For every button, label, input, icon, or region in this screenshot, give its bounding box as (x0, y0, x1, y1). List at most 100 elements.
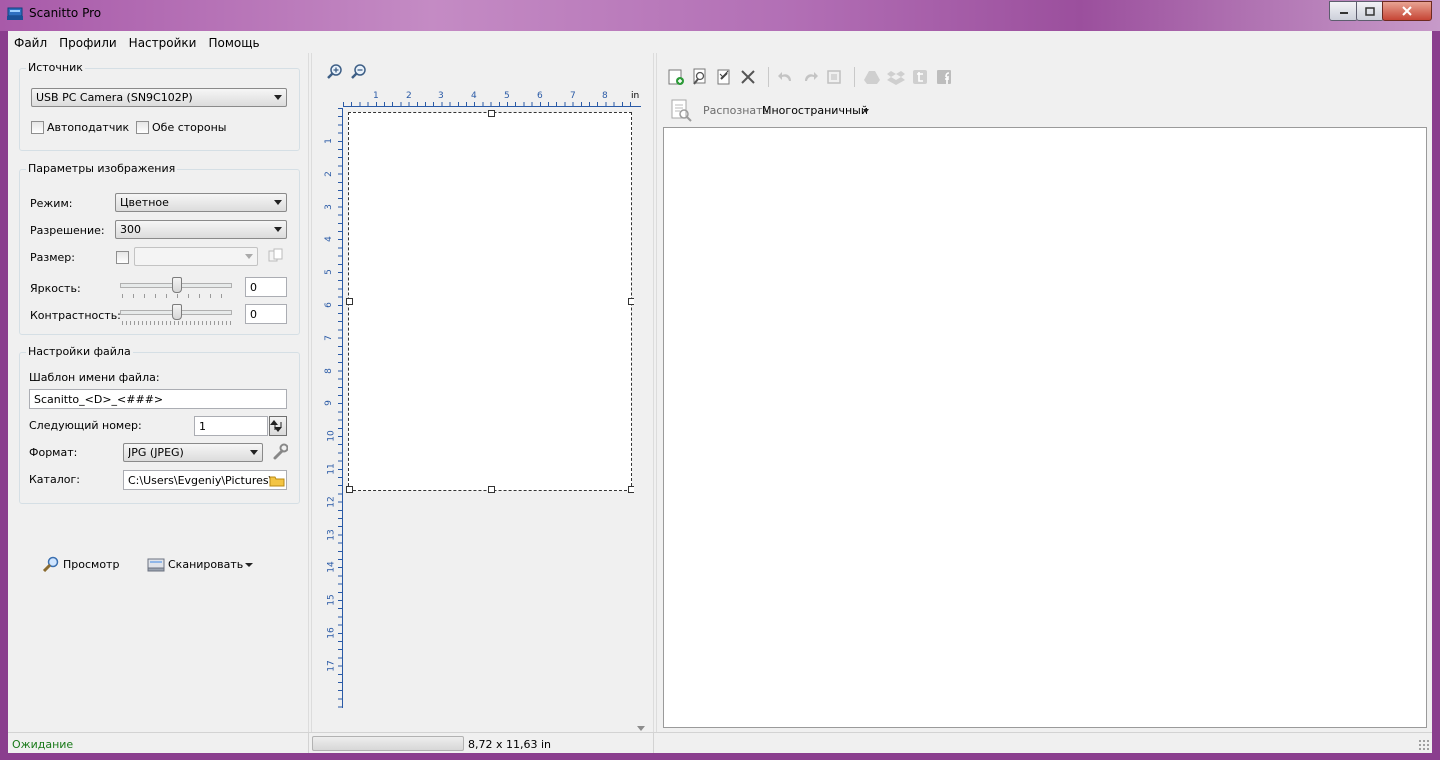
file-settings-title: Настройки файла (26, 345, 133, 358)
ruler-v-label: 3 (323, 203, 334, 210)
ruler-v-label: 13 (326, 528, 337, 541)
resize-handle-bottom-left[interactable] (346, 486, 353, 493)
maximize-button[interactable] (1356, 1, 1384, 21)
ruler-h-label: 1 (373, 91, 379, 101)
brightness-input-value: 0 (250, 281, 257, 294)
ruler-v-label: 6 (323, 302, 334, 308)
magnifier-icon (42, 556, 59, 572)
close-button[interactable] (1382, 1, 1432, 21)
brightness-input[interactable]: 0 (245, 277, 287, 297)
rotate-page-icon[interactable] (268, 248, 284, 264)
up-down-arrows-icon (270, 420, 282, 432)
folder-icon[interactable] (269, 474, 285, 487)
toolbar-separator (854, 67, 855, 87)
filename-template-value: Scanitto_<D>_<###> (34, 393, 164, 406)
menu-profiles[interactable]: Профили (53, 31, 123, 53)
scan-dropdown-arrow-icon[interactable] (245, 563, 253, 567)
scanner-icon (147, 558, 165, 572)
close-icon (1402, 6, 1412, 16)
multipage-dropdown[interactable]: Многостраничный (762, 101, 874, 121)
size-select[interactable] (134, 247, 258, 266)
wrench-icon[interactable] (272, 443, 289, 461)
scan-dimensions: 8,72 x 11,63 in (468, 738, 552, 751)
results-canvas[interactable] (663, 127, 1427, 728)
minimize-button[interactable] (1329, 1, 1358, 21)
ruler-unit-label: in (631, 91, 640, 101)
resize-handle-top[interactable] (488, 110, 495, 117)
format-select[interactable]: JPG (JPEG) (123, 443, 263, 462)
resolution-select[interactable]: 300 (115, 220, 287, 239)
window-title: Scanitto Pro (29, 6, 102, 20)
delete-icon[interactable] (739, 68, 757, 86)
ruler-v-label: 17 (326, 660, 337, 672)
resize-grip-icon[interactable] (1418, 739, 1430, 751)
contrast-label: Контрастность: (30, 309, 121, 322)
rotate-right-icon[interactable] (801, 68, 819, 86)
preview-vertical-scrollbar[interactable] (634, 109, 648, 735)
resolution-label: Разрешение: (30, 224, 105, 237)
size-checkbox[interactable] (116, 251, 129, 264)
progress-bar (312, 736, 464, 751)
add-page-icon[interactable] (667, 68, 685, 86)
status-text: Ожидание (12, 738, 74, 751)
ruler-v-label: 9 (323, 400, 334, 407)
next-number-stepper[interactable] (269, 416, 287, 436)
scan-button-label: Сканировать (168, 558, 244, 571)
scan-area-page[interactable] (346, 110, 635, 493)
zoom-out-icon[interactable] (350, 63, 368, 81)
rotate-left-icon[interactable] (777, 68, 795, 86)
ruler-h-label: 7 (570, 91, 576, 101)
image-params-group: Параметры изображения Режим: Цветное Раз… (19, 162, 300, 335)
source-group-title: Источник (26, 61, 85, 74)
google-drive-icon[interactable] (863, 68, 881, 86)
recognize-button[interactable]: Распознать (670, 99, 769, 123)
title-bar[interactable]: Scanitto Pro (0, 0, 1440, 31)
autofeeder-checkbox[interactable] (31, 121, 44, 134)
ruler-v-label: 12 (326, 496, 337, 508)
filename-template-label: Шаблон имени файла: (29, 371, 160, 384)
folder-input-value: C:\Users\Evgeniy\Pictures\Sca (128, 474, 274, 487)
mode-label: Режим: (30, 197, 73, 210)
autofeeder-label: Автоподатчик (47, 121, 130, 134)
ruler-v-label: 16 (326, 627, 337, 639)
multipage-label: Многостраничный (762, 104, 868, 117)
device-select-value: USB PC Camera (SN9C102P) (36, 91, 193, 104)
zoom-in-icon[interactable] (326, 63, 344, 81)
next-number-value: 1 (199, 420, 206, 433)
mode-select-value: Цветное (120, 196, 169, 209)
scroll-down-arrow-icon[interactable] (637, 726, 645, 731)
contrast-slider-thumb[interactable] (172, 304, 182, 320)
contrast-input[interactable]: 0 (245, 304, 287, 324)
menu-file[interactable]: Файл (8, 31, 53, 53)
format-select-value: JPG (JPEG) (128, 446, 184, 459)
preview-button[interactable]: Просмотр (42, 555, 122, 575)
dropbox-icon[interactable] (887, 68, 905, 86)
mode-select[interactable]: Цветное (115, 193, 287, 212)
size-label: Размер: (30, 251, 75, 264)
resize-handle-left[interactable] (346, 298, 353, 305)
edit-page-icon[interactable] (715, 68, 733, 86)
menu-settings[interactable]: Настройки (123, 31, 203, 53)
device-select[interactable]: USB PC Camera (SN9C102P) (31, 88, 287, 107)
scan-button[interactable]: Сканировать (147, 555, 259, 575)
facebook-icon[interactable] (935, 68, 953, 86)
settings-panel: Источник USB PC Camera (SN9C102P) Автопо… (8, 53, 308, 732)
next-number-input[interactable]: 1 (194, 416, 268, 436)
ruler-h-label: 3 (438, 91, 444, 101)
duplex-checkbox[interactable] (136, 121, 149, 134)
resize-handle-bottom[interactable] (488, 486, 495, 493)
brightness-label: Яркость: (30, 282, 81, 295)
twitter-icon[interactable] (911, 68, 929, 86)
ruler-v-label: 11 (326, 463, 337, 475)
chevron-down-icon (245, 254, 253, 259)
results-panel: Распознать Многостраничный (656, 53, 1432, 732)
filename-template-input[interactable]: Scanitto_<D>_<###> (29, 389, 287, 409)
menu-help[interactable]: Помощь (202, 31, 265, 53)
brightness-slider-thumb[interactable] (172, 277, 182, 293)
folder-input[interactable]: C:\Users\Evgeniy\Pictures\Sca (123, 470, 287, 490)
image-params-title: Параметры изображения (26, 162, 178, 175)
crop-icon[interactable] (825, 68, 843, 86)
recognize-label: Распознать (703, 104, 770, 117)
view-page-icon[interactable] (691, 68, 709, 86)
source-group: Источник USB PC Camera (SN9C102P) Автопо… (19, 61, 300, 151)
